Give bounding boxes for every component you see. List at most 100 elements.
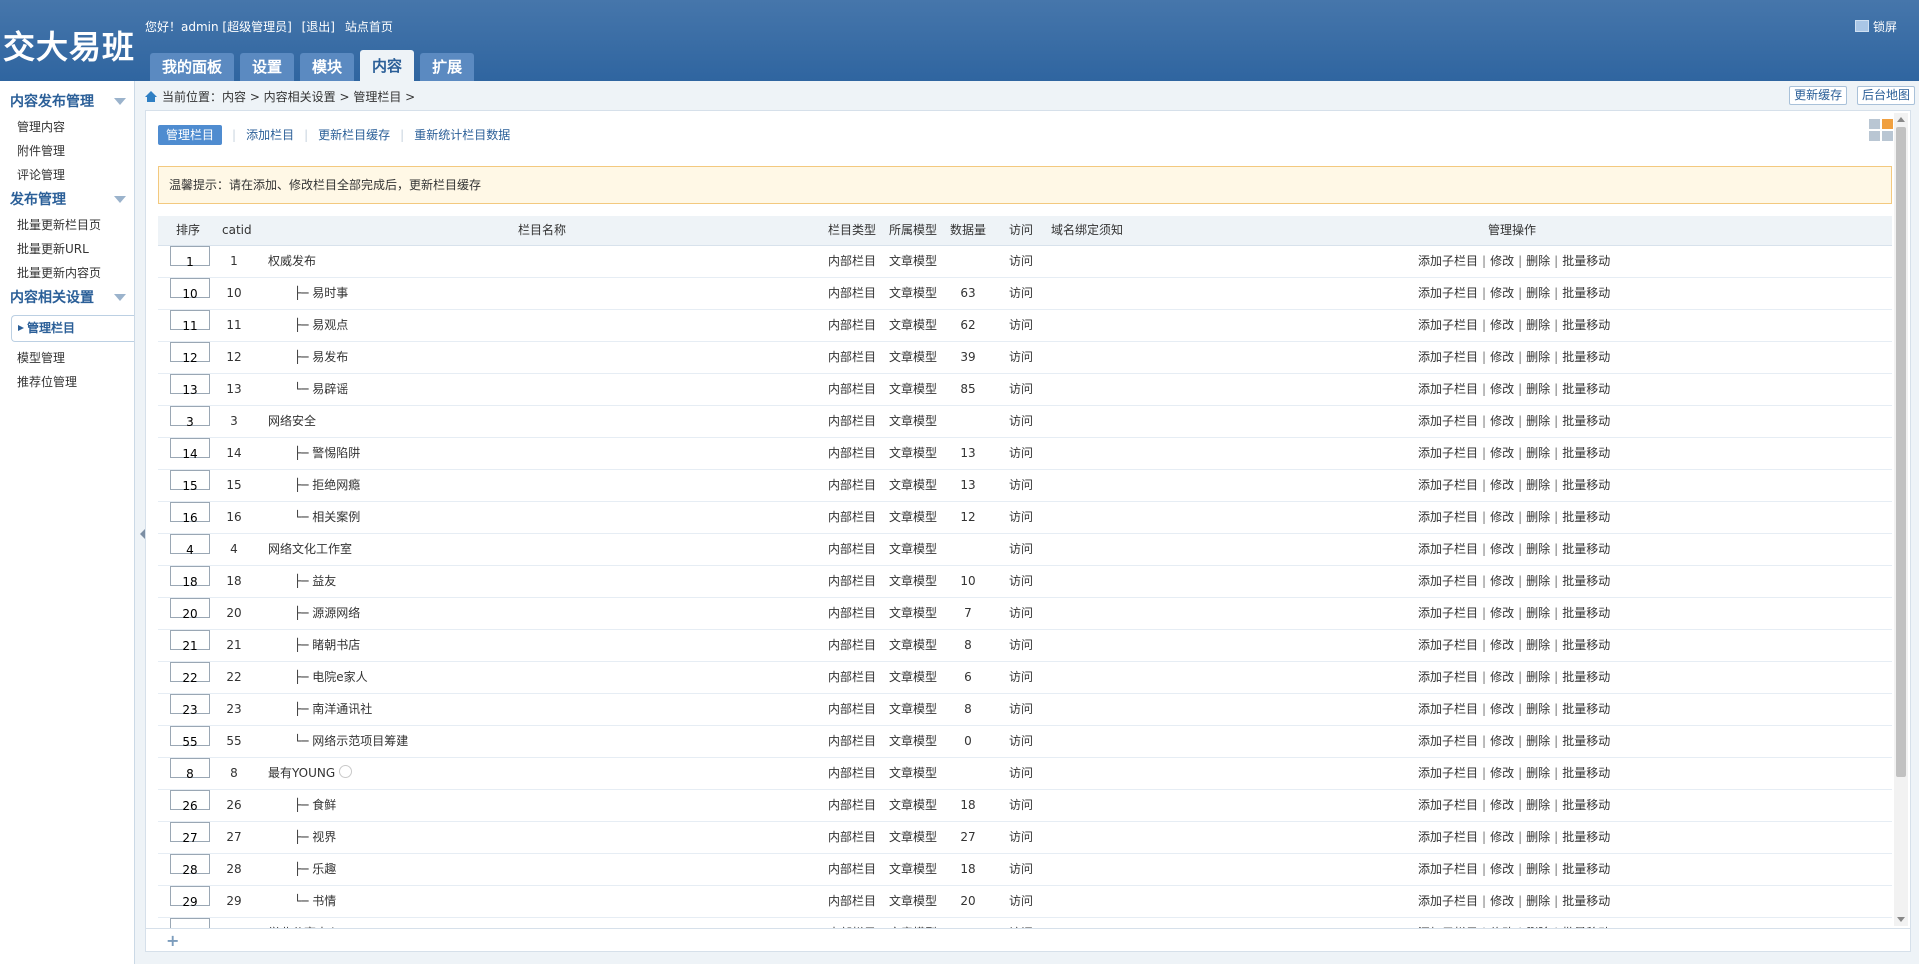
batch-move-link[interactable]: 批量移动 [1562, 734, 1610, 748]
edit-link[interactable]: 修改 [1490, 254, 1514, 268]
edit-link[interactable]: 修改 [1490, 894, 1514, 908]
visit-link[interactable]: 访问 [1009, 534, 1033, 565]
edit-link[interactable]: 修改 [1490, 798, 1514, 812]
nav-group-publish[interactable]: 发布管理 [0, 187, 134, 213]
add-child-link[interactable]: 添加子栏目 [1418, 830, 1478, 844]
batch-move-link[interactable]: 批量移动 [1562, 894, 1610, 908]
batch-move-link[interactable]: 批量移动 [1562, 830, 1610, 844]
edit-link[interactable]: 修改 [1490, 350, 1514, 364]
add-child-link[interactable]: 添加子栏目 [1418, 318, 1478, 332]
visit-link[interactable]: 访问 [1009, 374, 1033, 405]
batch-move-link[interactable]: 批量移动 [1562, 798, 1610, 812]
add-child-link[interactable]: 添加子栏目 [1418, 382, 1478, 396]
visit-link[interactable]: 访问 [1009, 438, 1033, 469]
batch-move-link[interactable]: 批量移动 [1562, 702, 1610, 716]
visit-link[interactable]: 访问 [1009, 406, 1033, 437]
delete-link[interactable]: 删除 [1526, 318, 1550, 332]
edit-link[interactable]: 修改 [1490, 286, 1514, 300]
visit-link[interactable]: 访问 [1009, 790, 1033, 821]
visit-link[interactable]: 访问 [1009, 598, 1033, 629]
order-input[interactable]: 28 [170, 854, 210, 877]
delete-link[interactable]: 删除 [1526, 734, 1550, 748]
delete-link[interactable]: 删除 [1526, 638, 1550, 652]
edit-link[interactable]: 修改 [1490, 382, 1514, 396]
delete-link[interactable]: 删除 [1526, 766, 1550, 780]
batch-move-link[interactable]: 批量移动 [1562, 350, 1610, 364]
visit-link[interactable]: 访问 [1009, 246, 1033, 277]
delete-link[interactable]: 删除 [1526, 510, 1550, 524]
edit-link[interactable]: 修改 [1490, 478, 1514, 492]
visit-link[interactable]: 访问 [1009, 278, 1033, 309]
edit-link[interactable]: 修改 [1490, 670, 1514, 684]
edit-link[interactable]: 修改 [1490, 862, 1514, 876]
add-child-link[interactable]: 添加子栏目 [1418, 286, 1478, 300]
subnav-recount-category-data[interactable]: 重新统计栏目数据 [414, 125, 510, 145]
visit-link[interactable]: 访问 [1009, 502, 1033, 533]
delete-link[interactable]: 删除 [1526, 478, 1550, 492]
logout-link[interactable]: [退出] [302, 20, 335, 34]
visit-link[interactable]: 访问 [1009, 854, 1033, 885]
sidebar-item-models[interactable]: 模型管理 [0, 346, 134, 370]
tab-modules[interactable]: 模块 [300, 53, 355, 81]
sidebar-item-batch-url[interactable]: 批量更新URL [0, 237, 134, 261]
sidebar-item-positions[interactable]: 推荐位管理 [0, 370, 134, 394]
order-input[interactable]: 55 [170, 726, 210, 749]
delete-link[interactable]: 删除 [1526, 606, 1550, 620]
order-input[interactable]: 14 [170, 438, 210, 461]
visit-link[interactable]: 访问 [1009, 470, 1033, 501]
order-input[interactable]: 13 [170, 374, 210, 397]
batch-move-link[interactable]: 批量移动 [1562, 478, 1610, 492]
visit-link[interactable]: 访问 [1009, 310, 1033, 341]
delete-link[interactable]: 删除 [1526, 542, 1550, 556]
visit-link[interactable]: 访问 [1009, 822, 1033, 853]
order-input[interactable]: 21 [170, 630, 210, 653]
layout-toggle-icon[interactable] [1869, 119, 1895, 143]
add-child-link[interactable]: 添加子栏目 [1418, 350, 1478, 364]
order-input[interactable]: 1 [170, 246, 210, 269]
add-child-link[interactable]: 添加子栏目 [1418, 510, 1478, 524]
subnav-update-category-cache[interactable]: 更新栏目缓存 [318, 125, 390, 145]
add-child-link[interactable]: 添加子栏目 [1418, 798, 1478, 812]
visit-link[interactable]: 访问 [1009, 342, 1033, 373]
batch-move-link[interactable]: 批量移动 [1562, 286, 1610, 300]
edit-link[interactable]: 修改 [1490, 606, 1514, 620]
add-child-link[interactable]: 添加子栏目 [1418, 478, 1478, 492]
edit-link[interactable]: 修改 [1490, 830, 1514, 844]
delete-link[interactable]: 删除 [1526, 862, 1550, 876]
batch-move-link[interactable]: 批量移动 [1562, 766, 1610, 780]
edit-link[interactable]: 修改 [1490, 766, 1514, 780]
visit-link[interactable]: 访问 [1009, 694, 1033, 725]
admin-map-button[interactable]: 后台地图 [1856, 86, 1915, 105]
add-child-link[interactable]: 添加子栏目 [1418, 734, 1478, 748]
edit-link[interactable]: 修改 [1490, 414, 1514, 428]
tab-content[interactable]: 内容 [360, 50, 415, 81]
visit-link[interactable]: 访问 [1009, 566, 1033, 597]
delete-link[interactable]: 删除 [1526, 894, 1550, 908]
order-input[interactable]: 27 [170, 822, 210, 845]
batch-move-link[interactable]: 批量移动 [1562, 606, 1610, 620]
scroll-down-icon[interactable] [1897, 917, 1905, 922]
order-input[interactable]: 11 [170, 310, 210, 333]
sidebar-item-attachments[interactable]: 附件管理 [0, 139, 134, 163]
scroll-up-icon[interactable] [1897, 117, 1905, 122]
lock-screen-button[interactable]: 锁屏 [1854, 18, 1897, 35]
tab-my-panel[interactable]: 我的面板 [150, 53, 235, 81]
order-input[interactable]: 16 [170, 502, 210, 525]
order-input[interactable]: 4 [170, 534, 210, 557]
delete-link[interactable]: 删除 [1526, 798, 1550, 812]
add-child-link[interactable]: 添加子栏目 [1418, 542, 1478, 556]
add-child-link[interactable]: 添加子栏目 [1418, 702, 1478, 716]
edit-link[interactable]: 修改 [1490, 734, 1514, 748]
add-child-link[interactable]: 添加子栏目 [1418, 638, 1478, 652]
add-child-link[interactable]: 添加子栏目 [1418, 254, 1478, 268]
add-child-link[interactable]: 添加子栏目 [1418, 606, 1478, 620]
order-input[interactable]: 10 [170, 278, 210, 301]
delete-link[interactable]: 删除 [1526, 286, 1550, 300]
order-input[interactable]: 23 [170, 694, 210, 717]
edit-link[interactable]: 修改 [1490, 318, 1514, 332]
order-input[interactable]: 29 [170, 886, 210, 909]
delete-link[interactable]: 删除 [1526, 382, 1550, 396]
visit-link[interactable]: 访问 [1009, 886, 1033, 917]
edit-link[interactable]: 修改 [1490, 638, 1514, 652]
order-input[interactable]: 12 [170, 342, 210, 365]
